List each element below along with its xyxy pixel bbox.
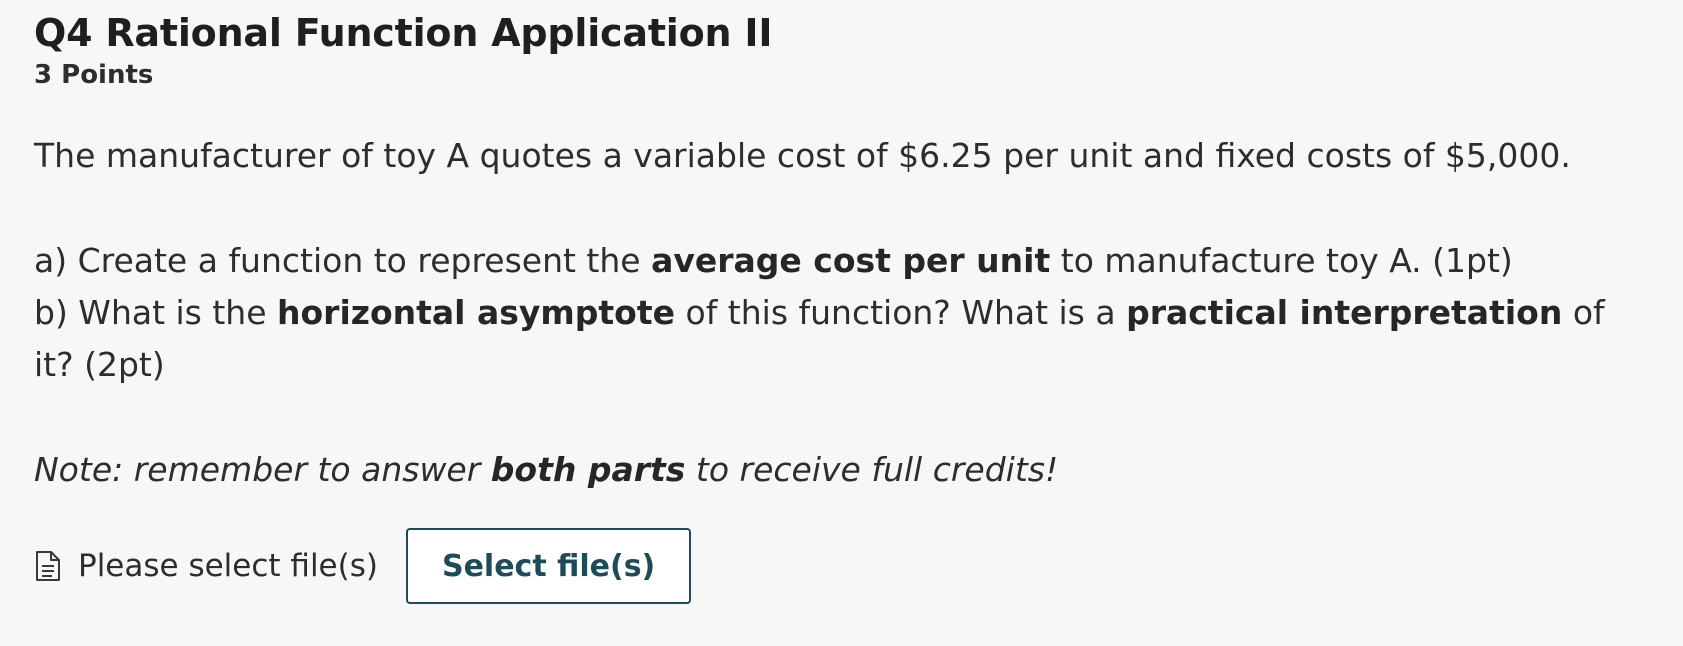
question-container: Q4 Rational Function Application II 3 Po… (34, 10, 1654, 496)
question-intro: The manufacturer of toy A quotes a varia… (34, 136, 1571, 175)
question-part-a: a) Create a function to represent the av… (34, 235, 1654, 287)
part-a-suffix: to manufacture toy A. (1pt) (1050, 241, 1513, 280)
part-a-prefix: a) Create a function to represent the (34, 241, 652, 280)
question-points: 3 Points (34, 60, 154, 90)
question-part-b: b) What is the horizontal asymptote of t… (34, 287, 1654, 391)
question-title: Q4 Rational Function Application II (34, 11, 773, 55)
note-suffix: to receive full credits! (685, 450, 1059, 489)
part-b-middle: of this function? What is a (675, 293, 1127, 332)
select-files-button[interactable]: Select file(s) (405, 528, 692, 604)
note-prefix: Note: remember to answer (34, 450, 491, 489)
question-body: The manufacturer of toy A quotes a varia… (34, 130, 1654, 496)
note-bold: both parts (490, 450, 686, 489)
question-note: Note: remember to answer both parts to r… (34, 444, 1654, 496)
file-status-text: Please select file(s) (78, 548, 378, 584)
part-b-bold-2: practical interpretation (1126, 293, 1563, 332)
part-b-bold-1: horizontal asymptote (277, 293, 676, 332)
part-a-bold: average cost per unit (651, 241, 1051, 280)
part-b-prefix: b) What is the (34, 293, 278, 332)
file-upload-row: Please select file(s) Select file(s) (34, 527, 692, 605)
document-icon (34, 550, 62, 582)
